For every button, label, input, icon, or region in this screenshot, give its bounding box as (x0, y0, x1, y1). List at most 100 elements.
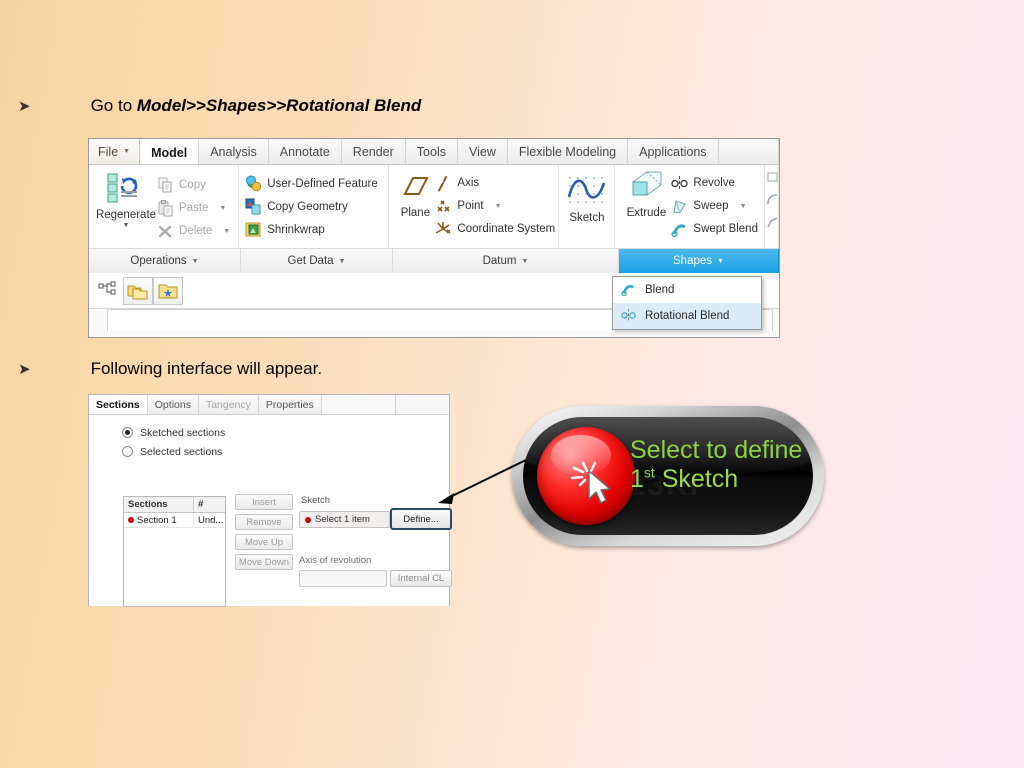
point-button[interactable]: Point ▼ (435, 196, 555, 216)
menu-item-blend[interactable]: Blend (613, 277, 761, 303)
move-down-button[interactable]: Move Down (235, 554, 293, 570)
shapes-item-stack: Revolve Sweep ▼ Swept Blend (671, 173, 758, 239)
dialog-tab-sections-label: Sections (96, 398, 140, 411)
remove-button[interactable]: Remove (235, 514, 293, 530)
group-tab-shapes-label: Shapes (673, 255, 713, 267)
tab-flexible-modeling-label: Flexible Modeling (518, 144, 617, 159)
swept-blend-button[interactable]: Swept Blend (671, 219, 758, 239)
copy-button[interactable]: Copy (157, 175, 230, 195)
group-tab-shapes[interactable]: Shapes ▼ (619, 249, 779, 273)
tab-analysis[interactable]: Analysis (199, 139, 269, 164)
table-row[interactable]: Section 1 Und... (124, 513, 225, 528)
ribbon-group-shapes: Extrude Revolve Sweep ▼ Swept Blend (615, 165, 765, 248)
tab-file[interactable]: File ▼ (89, 139, 141, 164)
callout-badge: 123RF Select to define 1st Sketch (512, 406, 824, 546)
plane-label: Plane (400, 207, 431, 219)
group-tab-get-data[interactable]: Get Data ▼ (241, 249, 393, 273)
dialog-tab-bar: Sections Options Tangency Properties (89, 395, 449, 415)
group-tab-operations[interactable]: Operations ▼ (89, 249, 241, 273)
radio-sketched-sections[interactable]: Sketched sections (122, 425, 449, 440)
shrinkwrap-button[interactable]: Shrinkwrap (245, 220, 378, 240)
dialog-tab-properties[interactable]: Properties (258, 395, 322, 414)
sketch-button[interactable]: Sketch (564, 171, 610, 224)
tab-tools-label: Tools (416, 144, 446, 159)
overflow-item-1[interactable] (767, 169, 779, 189)
chevron-down-icon: ▼ (122, 222, 130, 229)
shrinkwrap-label: Shrinkwrap (267, 223, 325, 236)
overflow-stack (767, 169, 779, 235)
tab-applications[interactable]: Applications (628, 139, 719, 164)
radio-selected-sections[interactable]: Selected sections (122, 444, 449, 459)
menu-item-blend-label: Blend (645, 284, 675, 296)
tab-render[interactable]: Render (341, 139, 406, 164)
dialog-tab-tangency-label: Tangency (205, 398, 251, 411)
tab-model[interactable]: Model (140, 139, 200, 164)
group-tab-get-data-label: Get Data (287, 255, 334, 267)
dialog-tab-properties-label: Properties (265, 398, 314, 411)
round-icon (767, 193, 779, 211)
radio-selected-sections-label: Selected sections (140, 445, 223, 458)
dialog-tab-options[interactable]: Options (147, 395, 199, 414)
tab-view[interactable]: View (457, 139, 508, 164)
rotational-blend-icon (621, 308, 638, 325)
tab-render-label: Render (352, 144, 394, 159)
error-dot-icon (305, 516, 311, 523)
swept-blend-label: Swept Blend (693, 223, 758, 235)
extrude-label: Extrude (626, 207, 667, 219)
user-defined-feature-button[interactable]: User-Defined Feature (245, 174, 378, 194)
regenerate-button[interactable]: Regenerate ▼ (95, 170, 157, 229)
extrude-button[interactable]: Extrude (621, 168, 671, 219)
col-header-count: # (198, 499, 204, 510)
tab-overflow[interactable] (718, 139, 779, 164)
radio-icon-selected (122, 427, 133, 438)
bullet-line-1: ➤ Go to Model>>Shapes>>Rotational Blend (18, 96, 421, 116)
axis-of-revolution-field[interactable] (299, 570, 387, 587)
copy-geometry-label: Copy Geometry (267, 200, 348, 213)
chevron-down-icon: ▼ (717, 257, 724, 265)
copy-geometry-button[interactable]: Copy Geometry (245, 197, 378, 217)
delete-button[interactable]: Delete ▼ (157, 221, 230, 241)
revolve-button[interactable]: Revolve (671, 173, 758, 193)
callout-text: Select to define 1st Sketch (630, 436, 810, 493)
engineering-icon (767, 171, 779, 188)
swept-blend-icon (671, 221, 688, 238)
internal-cl-button[interactable]: Internal CL (390, 570, 452, 587)
coordinate-system-button[interactable]: Coordinate System (435, 219, 555, 239)
get-data-item-stack: User-Defined Feature Copy Geometry Shrin… (245, 174, 378, 240)
dialog-tab-sections[interactable]: Sections (89, 395, 148, 414)
paste-button[interactable]: Paste ▼ (157, 198, 230, 218)
dialog-tab-tangency[interactable]: Tangency (198, 395, 259, 414)
insert-button[interactable]: Insert (235, 494, 293, 510)
new-folder-button[interactable] (153, 277, 183, 305)
tab-flexible-modeling[interactable]: Flexible Modeling (507, 139, 629, 164)
bullet-text-1: Go to Model>>Shapes>>Rotational Blend (91, 96, 422, 116)
menu-item-rotational-blend[interactable]: Rotational Blend (613, 303, 761, 329)
overflow-item-3[interactable] (767, 215, 779, 235)
plane-button[interactable]: Plane (395, 168, 435, 219)
dialog-tab-spacer-1 (321, 395, 396, 414)
regenerate-label: Regenerate (95, 209, 157, 221)
tab-tools[interactable]: Tools (405, 139, 458, 164)
point-label: Point (457, 200, 484, 212)
axis-button[interactable]: Axis (435, 173, 555, 193)
bullet-line-2: ➤ Following interface will appear. (18, 359, 322, 379)
move-up-button[interactable]: Move Up (235, 534, 293, 550)
radio-sketched-sections-label: Sketched sections (140, 426, 226, 439)
radio-icon-unselected (122, 446, 133, 457)
tab-file-label: File (98, 144, 119, 159)
sketch-select-field[interactable]: Select 1 item (299, 511, 390, 528)
show-folders-button[interactable] (123, 277, 153, 305)
sweep-button[interactable]: Sweep ▼ (671, 196, 758, 216)
tab-annotate[interactable]: Annotate (268, 139, 342, 164)
axis-label: Axis (457, 177, 480, 189)
group-tab-datum[interactable]: Datum ▼ (393, 249, 619, 273)
ribbon-tab-bar: File ▼ Model Analysis Annotate Render To… (89, 139, 779, 165)
point-icon (435, 198, 452, 215)
overflow-item-2[interactable] (767, 192, 779, 212)
shapes-dropdown-menu[interactable]: Blend Rotational Blend (612, 276, 762, 330)
chevron-down-icon: ▼ (494, 202, 502, 210)
sections-table[interactable]: Sections # Section 1 Und... (123, 496, 226, 607)
delete-icon (157, 223, 174, 240)
chevron-down-icon: ▼ (739, 202, 747, 210)
model-tree-button[interactable] (93, 277, 123, 305)
